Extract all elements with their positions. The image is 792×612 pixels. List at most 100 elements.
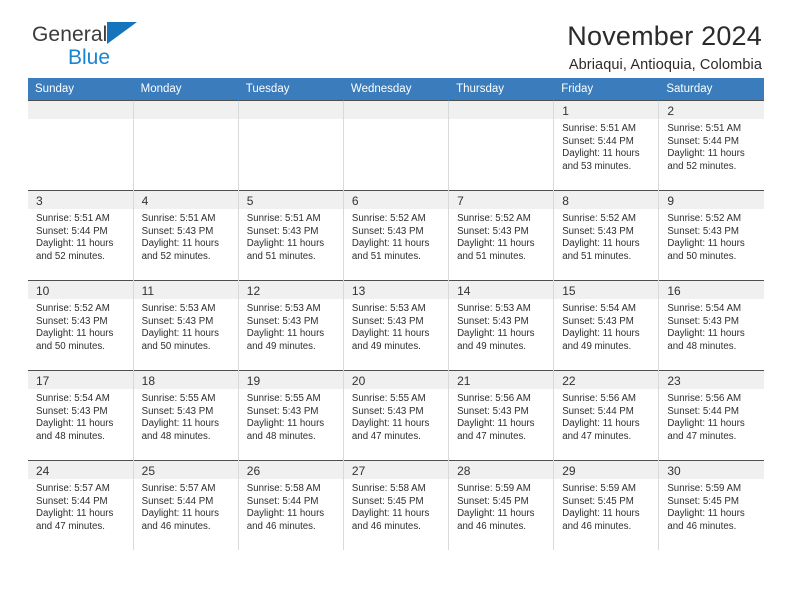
sunset-text: Sunset: 5:43 PM bbox=[246, 405, 319, 417]
calendar-day-cell[interactable]: 5 Sunrise: 5:51 AM Sunset: 5:43 PM Daylight… bbox=[238, 190, 344, 281]
day-details: Sunrise: 5:54 AM Sunset: 5:43 PM Daylight:… bbox=[659, 299, 764, 353]
sunrise-text: Sunrise: 5:52 AM bbox=[36, 303, 110, 314]
weekday-header-thursday: Thursday bbox=[448, 78, 555, 101]
daylight-text-line2: and 46 minutes. bbox=[457, 520, 526, 532]
calendar-day-cell[interactable]: 23 Sunrise: 5:56 AM Sunset: 5:44 PM Dayligh… bbox=[658, 370, 764, 461]
daylight-text-line2: and 52 minutes. bbox=[36, 250, 105, 262]
sunset-text: Sunset: 5:43 PM bbox=[667, 225, 739, 237]
sunset-text: Sunset: 5:44 PM bbox=[246, 495, 319, 507]
sunset-text: Sunset: 5:44 PM bbox=[36, 225, 108, 237]
day-details: Sunrise: 5:55 AM Sunset: 5:43 PM Daylight:… bbox=[134, 389, 238, 443]
calendar-day-cell[interactable]: 17 Sunrise: 5:54 AM Sunset: 5:43 PM Dayligh… bbox=[28, 370, 134, 461]
daylight-text-line1: Daylight: 11 hours bbox=[351, 328, 430, 340]
daylight-text-line1: Daylight: 11 hours bbox=[562, 418, 640, 430]
calendar-day-cell[interactable]: 25 Sunrise: 5:57 AM Sunset: 5:44 PM Dayligh… bbox=[133, 460, 239, 550]
daylight-text-line1: Daylight: 11 hours bbox=[246, 508, 325, 520]
daylight-text-line1: Daylight: 11 hours bbox=[562, 238, 640, 250]
calendar-week-row: 17 Sunrise: 5:54 AM Sunset: 5:43 PM Dayligh… bbox=[28, 370, 764, 461]
calendar-day-cell[interactable]: 1 Sunrise: 5:51 AM Sunset: 5:44 PM Daylight… bbox=[553, 100, 660, 191]
brand-logo[interactable]: General Blue bbox=[28, 22, 222, 68]
day-number: 6 bbox=[343, 191, 449, 209]
daylight-text-line1: Daylight: 11 hours bbox=[562, 508, 640, 520]
sunrise-text: Sunrise: 5:56 AM bbox=[562, 393, 636, 404]
calendar-day-cell[interactable]: 20 Sunrise: 5:55 AM Sunset: 5:43 PM Dayligh… bbox=[343, 370, 450, 461]
daylight-text-line2: and 47 minutes. bbox=[667, 430, 737, 442]
daylight-text-line2: and 49 minutes. bbox=[351, 340, 421, 352]
calendar-day-cell[interactable]: 10 Sunrise: 5:52 AM Sunset: 5:43 PM Dayligh… bbox=[28, 280, 134, 371]
sunrise-text: Sunrise: 5:51 AM bbox=[246, 213, 321, 224]
calendar-day-cell[interactable]: 11 Sunrise: 5:53 AM Sunset: 5:43 PM Dayligh… bbox=[133, 280, 239, 371]
day-details: Sunrise: 5:55 AM Sunset: 5:43 PM Daylight:… bbox=[239, 389, 343, 443]
day-number: 27 bbox=[343, 461, 449, 479]
day-details: Sunrise: 5:52 AM Sunset: 5:43 PM Daylight:… bbox=[659, 209, 764, 263]
sunset-text: Sunset: 5:45 PM bbox=[457, 495, 529, 507]
calendar-day-cell[interactable]: 4 Sunrise: 5:51 AM Sunset: 5:43 PM Daylight… bbox=[133, 190, 239, 281]
page-title: November 2024 bbox=[567, 21, 762, 51]
sunrise-text: Sunrise: 5:52 AM bbox=[351, 213, 426, 224]
day-number: 7 bbox=[449, 191, 554, 209]
sunrise-text: Sunrise: 5:53 AM bbox=[246, 303, 321, 314]
daylight-text-line2: and 46 minutes. bbox=[351, 520, 421, 532]
calendar-day-cell[interactable]: 27 Sunrise: 5:58 AM Sunset: 5:45 PM Dayligh… bbox=[343, 460, 450, 550]
daylight-text-line1: Daylight: 11 hours bbox=[36, 418, 114, 430]
day-number: 1 bbox=[554, 101, 659, 119]
daylight-text-line2: and 51 minutes. bbox=[562, 250, 632, 262]
calendar-day-cell[interactable]: 14 Sunrise: 5:53 AM Sunset: 5:43 PM Dayligh… bbox=[448, 280, 555, 371]
calendar-day-cell[interactable]: 12 Sunrise: 5:53 AM Sunset: 5:43 PM Dayligh… bbox=[238, 280, 344, 371]
day-details: Sunrise: 5:59 AM Sunset: 5:45 PM Daylight:… bbox=[659, 479, 764, 533]
day-details: Sunrise: 5:51 AM Sunset: 5:43 PM Daylight:… bbox=[239, 209, 343, 263]
weekday-header-row: Sunday Monday Tuesday Wednesday Thursday… bbox=[28, 78, 764, 101]
day-number: 18 bbox=[133, 371, 238, 389]
sunset-text: Sunset: 5:43 PM bbox=[562, 315, 634, 327]
sunrise-text: Sunrise: 5:59 AM bbox=[562, 483, 636, 494]
calendar-day-cell[interactable]: 15 Sunrise: 5:54 AM Sunset: 5:43 PM Dayligh… bbox=[553, 280, 660, 371]
calendar-day-cell[interactable]: 29 Sunrise: 5:59 AM Sunset: 5:45 PM Dayligh… bbox=[553, 460, 660, 550]
calendar-day-cell[interactable]: 3 Sunrise: 5:51 AM Sunset: 5:44 PM Daylight… bbox=[28, 190, 134, 281]
calendar-day-cell[interactable]: 19 Sunrise: 5:55 AM Sunset: 5:43 PM Dayligh… bbox=[238, 370, 344, 461]
calendar-week-row: 1 Sunrise: 5:51 AM Sunset: 5:44 PM Daylight… bbox=[28, 100, 764, 191]
daylight-text-line1: Daylight: 11 hours bbox=[246, 238, 325, 250]
calendar-day-cell[interactable]: 22 Sunrise: 5:56 AM Sunset: 5:44 PM Dayligh… bbox=[553, 370, 660, 461]
calendar-day-cell[interactable]: 16 Sunrise: 5:54 AM Sunset: 5:43 PM Dayligh… bbox=[658, 280, 764, 371]
calendar-day-cell[interactable]: 2 Sunrise: 5:51 AM Sunset: 5:44 PM Daylight… bbox=[658, 100, 764, 191]
daylight-text-line1: Daylight: 11 hours bbox=[351, 508, 430, 520]
sunrise-text: Sunrise: 5:57 AM bbox=[141, 483, 216, 494]
title-block: November 2024 Abriaqui, Antioquia, Colom… bbox=[567, 21, 764, 74]
calendar-day-cell[interactable]: 13 Sunrise: 5:53 AM Sunset: 5:43 PM Dayligh… bbox=[343, 280, 450, 371]
daylight-text-line2: and 49 minutes. bbox=[562, 340, 632, 352]
calendar-day-cell[interactable]: 8 Sunrise: 5:52 AM Sunset: 5:43 PM Daylight… bbox=[553, 190, 660, 281]
calendar-day-cell[interactable]: 18 Sunrise: 5:55 AM Sunset: 5:43 PM Dayligh… bbox=[133, 370, 239, 461]
logo-text-general: General bbox=[32, 23, 108, 46]
day-number: 28 bbox=[449, 461, 554, 479]
sunrise-text: Sunrise: 5:52 AM bbox=[457, 213, 531, 224]
sunset-text: Sunset: 5:43 PM bbox=[667, 315, 739, 327]
calendar-day-cell[interactable]: 21 Sunrise: 5:56 AM Sunset: 5:43 PM Dayligh… bbox=[448, 370, 555, 461]
calendar-table: Sunday Monday Tuesday Wednesday Thursday… bbox=[28, 78, 764, 550]
daylight-text-line1: Daylight: 11 hours bbox=[667, 508, 745, 520]
calendar-day-cell[interactable]: 26 Sunrise: 5:58 AM Sunset: 5:44 PM Dayligh… bbox=[238, 460, 344, 550]
calendar-day-cell[interactable]: 24 Sunrise: 5:57 AM Sunset: 5:44 PM Dayligh… bbox=[28, 460, 134, 550]
day-details: Sunrise: 5:51 AM Sunset: 5:44 PM Daylight:… bbox=[28, 209, 133, 263]
daylight-text-line1: Daylight: 11 hours bbox=[457, 238, 535, 250]
day-details: Sunrise: 5:54 AM Sunset: 5:43 PM Daylight:… bbox=[28, 389, 133, 443]
day-number: 15 bbox=[554, 281, 659, 299]
day-number: 10 bbox=[28, 281, 133, 299]
sunrise-text: Sunrise: 5:52 AM bbox=[667, 213, 742, 224]
day-details: Sunrise: 5:52 AM Sunset: 5:43 PM Daylight:… bbox=[449, 209, 553, 263]
day-number: 5 bbox=[238, 191, 343, 209]
day-details: Sunrise: 5:56 AM Sunset: 5:43 PM Daylight:… bbox=[449, 389, 553, 443]
sunset-text: Sunset: 5:44 PM bbox=[562, 135, 634, 147]
day-details: Sunrise: 5:51 AM Sunset: 5:43 PM Daylight:… bbox=[134, 209, 238, 263]
daylight-text-line2: and 48 minutes. bbox=[141, 430, 211, 442]
daylight-text-line1: Daylight: 11 hours bbox=[36, 508, 114, 520]
day-details: Sunrise: 5:53 AM Sunset: 5:43 PM Daylight:… bbox=[239, 299, 343, 353]
daylight-text-line1: Daylight: 11 hours bbox=[457, 328, 535, 340]
sunset-text: Sunset: 5:43 PM bbox=[351, 405, 424, 417]
calendar-day-cell[interactable]: 6 Sunrise: 5:52 AM Sunset: 5:43 PM Daylight… bbox=[343, 190, 450, 281]
calendar-day-cell[interactable]: 30 Sunrise: 5:59 AM Sunset: 5:45 PM Dayligh… bbox=[658, 460, 764, 550]
sunrise-text: Sunrise: 5:55 AM bbox=[351, 393, 426, 404]
calendar-day-cell[interactable]: 9 Sunrise: 5:52 AM Sunset: 5:43 PM Daylight… bbox=[658, 190, 764, 281]
calendar-day-cell[interactable]: 7 Sunrise: 5:52 AM Sunset: 5:43 PM Daylight… bbox=[448, 190, 555, 281]
calendar-day-cell[interactable]: 28 Sunrise: 5:59 AM Sunset: 5:45 PM Dayligh… bbox=[448, 460, 555, 550]
day-number: 12 bbox=[238, 281, 343, 299]
